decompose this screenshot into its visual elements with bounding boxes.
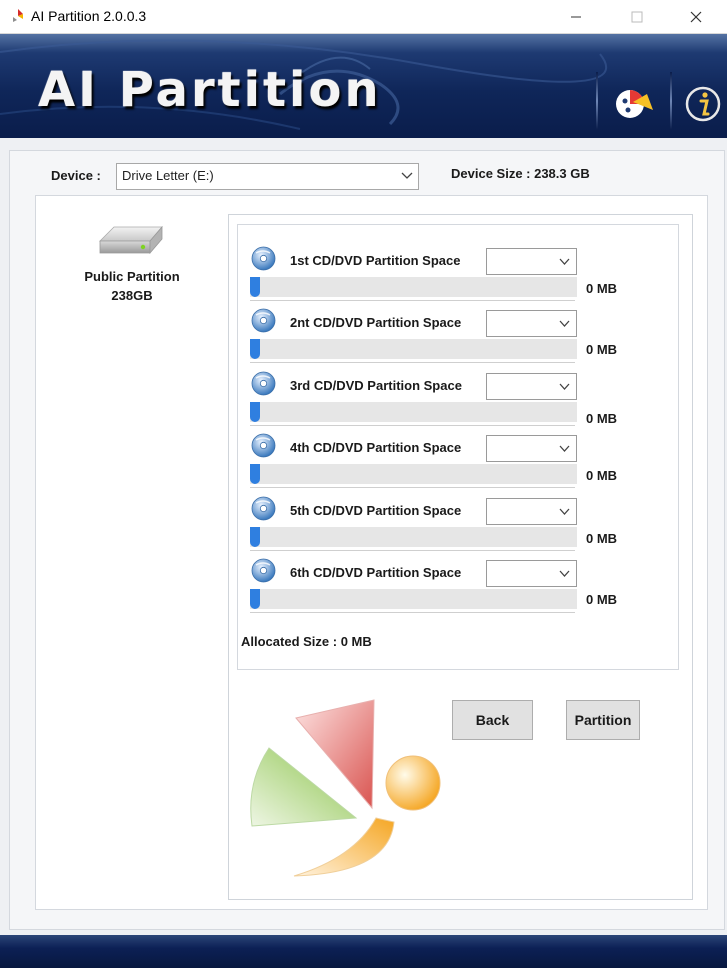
maximize-icon: [631, 11, 643, 23]
row-divider: [250, 425, 575, 426]
title-bar: AI Partition 2.0.0.3: [0, 0, 727, 34]
partition-label: 3rd CD/DVD Partition Space: [290, 378, 462, 393]
disc-icon: [251, 371, 276, 396]
partition-size-dropdown[interactable]: [486, 498, 577, 525]
partition-size-slider[interactable]: [250, 527, 577, 547]
footer-bar: [0, 935, 727, 968]
partition-label: 1st CD/DVD Partition Space: [290, 253, 461, 268]
partition-size-slider[interactable]: [250, 277, 577, 297]
row-divider: [250, 612, 575, 613]
disc-icon: [251, 308, 276, 333]
partition-size-slider[interactable]: [250, 589, 577, 609]
minimize-icon: [571, 16, 581, 18]
chevron-down-icon: [559, 570, 570, 577]
disc-icon: [251, 496, 276, 521]
device-dropdown[interactable]: Drive Letter (E:): [116, 163, 419, 190]
partition-size-dropdown[interactable]: [486, 373, 577, 400]
chevron-down-icon: [559, 445, 570, 452]
partition-size-dropdown[interactable]: [486, 435, 577, 462]
pie-chart-decoration: [250, 699, 441, 877]
chevron-down-icon: [559, 320, 570, 327]
hard-drive-icon: [99, 225, 163, 255]
header-banner: AI Partition: [0, 34, 727, 138]
slider-thumb[interactable]: [250, 402, 260, 422]
slider-thumb[interactable]: [250, 464, 260, 484]
window-title: AI Partition 2.0.0.3: [31, 8, 147, 24]
info-icon[interactable]: [679, 76, 727, 128]
row-divider: [250, 487, 575, 488]
banner-divider: [670, 72, 672, 130]
drive-size: 238GB: [111, 288, 153, 303]
close-icon: [690, 11, 702, 23]
partition-size-value: 0 MB: [586, 342, 618, 357]
partition-size-value: 0 MB: [586, 468, 618, 483]
device-size-label: Device Size : 238.3 GB: [451, 166, 590, 181]
maximize-button[interactable]: [614, 0, 660, 34]
row-divider: [250, 362, 575, 363]
partition-size-value: 0 MB: [586, 411, 618, 426]
partition-button[interactable]: Partition: [566, 700, 640, 740]
disc-icon: [251, 246, 276, 271]
partition-label: 4th CD/DVD Partition Space: [290, 440, 462, 455]
back-button[interactable]: Back: [452, 700, 533, 740]
allocated-size-label: Allocated Size : 0 MB: [241, 634, 372, 649]
drive-label: Public Partition 238GB: [68, 267, 196, 305]
partition-size-slider[interactable]: [250, 339, 577, 359]
partition-size-dropdown[interactable]: [486, 248, 577, 275]
slider-thumb[interactable]: [250, 277, 260, 297]
close-button[interactable]: [673, 0, 719, 34]
app-icon: [13, 9, 23, 22]
partition-size-dropdown[interactable]: [486, 560, 577, 587]
partition-size-value: 0 MB: [586, 531, 618, 546]
partition-label: 6th CD/DVD Partition Space: [290, 565, 462, 580]
slider-thumb[interactable]: [250, 589, 260, 609]
app-logo-title: AI Partition: [38, 62, 382, 118]
drive-name: Public Partition: [84, 269, 180, 284]
partition-label: 5th CD/DVD Partition Space: [290, 503, 462, 518]
partition-pie-icon[interactable]: [607, 76, 659, 128]
device-label: Device :: [51, 168, 101, 183]
partition-size-dropdown[interactable]: [486, 310, 577, 337]
chevron-down-icon: [559, 258, 570, 265]
partition-label: 2nt CD/DVD Partition Space: [290, 315, 462, 330]
device-dropdown-value: Drive Letter (E:): [122, 168, 214, 183]
partition-size-slider[interactable]: [250, 464, 577, 484]
disc-icon: [251, 433, 276, 458]
slider-thumb[interactable]: [250, 527, 260, 547]
row-divider: [250, 550, 575, 551]
partition-size-value: 0 MB: [586, 592, 618, 607]
chevron-down-icon: [559, 383, 570, 390]
chevron-down-icon: [401, 172, 413, 179]
minimize-button[interactable]: [553, 0, 599, 34]
chevron-down-icon: [559, 508, 570, 515]
disc-icon: [251, 558, 276, 583]
slider-thumb[interactable]: [250, 339, 260, 359]
banner-divider: [596, 72, 598, 130]
row-divider: [250, 300, 575, 301]
partition-size-value: 0 MB: [586, 281, 618, 296]
partition-size-slider[interactable]: [250, 402, 577, 422]
